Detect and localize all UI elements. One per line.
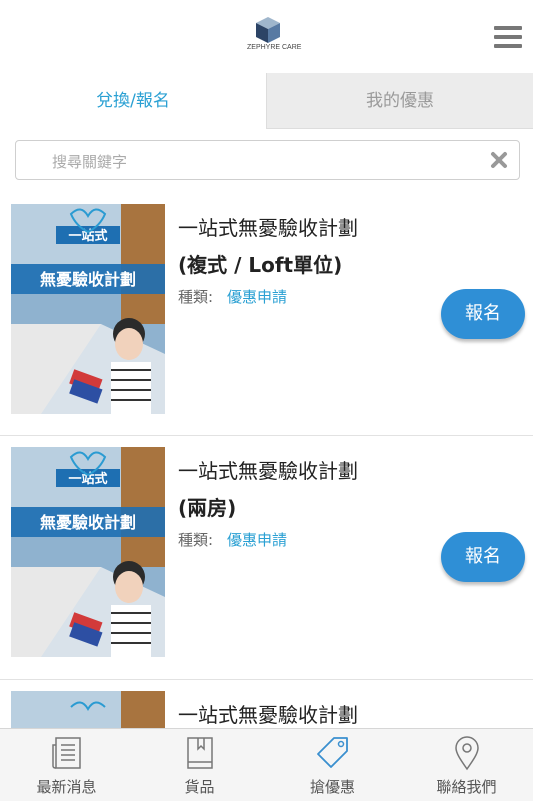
item-type-value[interactable]: 優惠申請	[227, 286, 287, 307]
offer-poster-image[interactable]: 一站式 無憂驗收計劃	[11, 204, 165, 414]
tag-icon	[316, 737, 348, 768]
list-item[interactable]: 一站式 無憂驗收計劃 一站式無憂驗收計劃 (兩房) 種類: 優惠申請 報名	[0, 447, 533, 677]
poster-title: 無憂驗收計劃	[40, 513, 136, 532]
poster-title: 無憂驗收計劃	[40, 270, 136, 289]
offer-poster-image[interactable]: 一站式 無憂驗收計劃	[11, 447, 165, 657]
item-title: 一站式無憂驗收計劃	[178, 703, 358, 727]
tab-redeem-register[interactable]: 兌換/報名	[0, 73, 266, 129]
nav-item-grab-offers[interactable]: 搶優惠	[266, 729, 399, 801]
divider	[0, 435, 533, 436]
search-input[interactable]	[50, 149, 474, 175]
item-type-label: 種類:	[178, 288, 214, 306]
nav-item-contact-us[interactable]: 聯絡我們	[400, 729, 533, 801]
book-icon	[186, 737, 213, 769]
item-type-label: 種類:	[178, 531, 214, 549]
list-item[interactable]: 一站式無憂驗收計劃	[0, 691, 533, 728]
logo-icon	[256, 17, 280, 43]
nav-item-news[interactable]: 最新消息	[0, 729, 133, 801]
poster-heading: 一站式	[68, 228, 107, 244]
logo-text: ZEPHYRE CARE	[247, 44, 302, 51]
divider	[0, 679, 533, 680]
nav-label: 搶優惠	[309, 778, 355, 796]
list-item[interactable]: 一站式 無憂驗收計劃 一站式無憂驗收計劃 (複式 / Loft單位) 種類: 優…	[0, 204, 533, 434]
item-title: 一站式無憂驗收計劃	[178, 216, 358, 240]
news-icon	[51, 737, 81, 769]
app-header: ZEPHYRE CARE	[0, 0, 533, 74]
tab-bar: 兌換/報名 我的優惠	[0, 73, 533, 129]
nav-label: 聯絡我們	[436, 778, 497, 796]
register-button[interactable]: 報名	[441, 532, 525, 582]
nav-label: 貨品	[184, 778, 215, 796]
item-title: 一站式無憂驗收計劃	[178, 459, 358, 483]
bottom-navigation: 最新消息 貨品 搶優惠 聯絡我們	[0, 728, 533, 801]
item-type-value[interactable]: 優惠申請	[227, 529, 287, 550]
hamburger-menu-icon[interactable]	[494, 26, 522, 48]
poster-heading: 一站式	[68, 471, 107, 487]
item-subtitle: (兩房)	[178, 496, 237, 520]
location-pin-icon	[454, 736, 479, 771]
item-subtitle: (複式 / Loft單位)	[178, 253, 343, 277]
tab-my-offers[interactable]: 我的優惠	[266, 73, 533, 129]
nav-label: 最新消息	[36, 778, 97, 796]
register-button[interactable]: 報名	[441, 289, 525, 339]
offer-poster-image[interactable]	[11, 691, 165, 728]
nav-item-products[interactable]: 貨品	[133, 729, 266, 801]
search-bar	[15, 140, 520, 180]
close-icon[interactable]	[489, 150, 509, 170]
